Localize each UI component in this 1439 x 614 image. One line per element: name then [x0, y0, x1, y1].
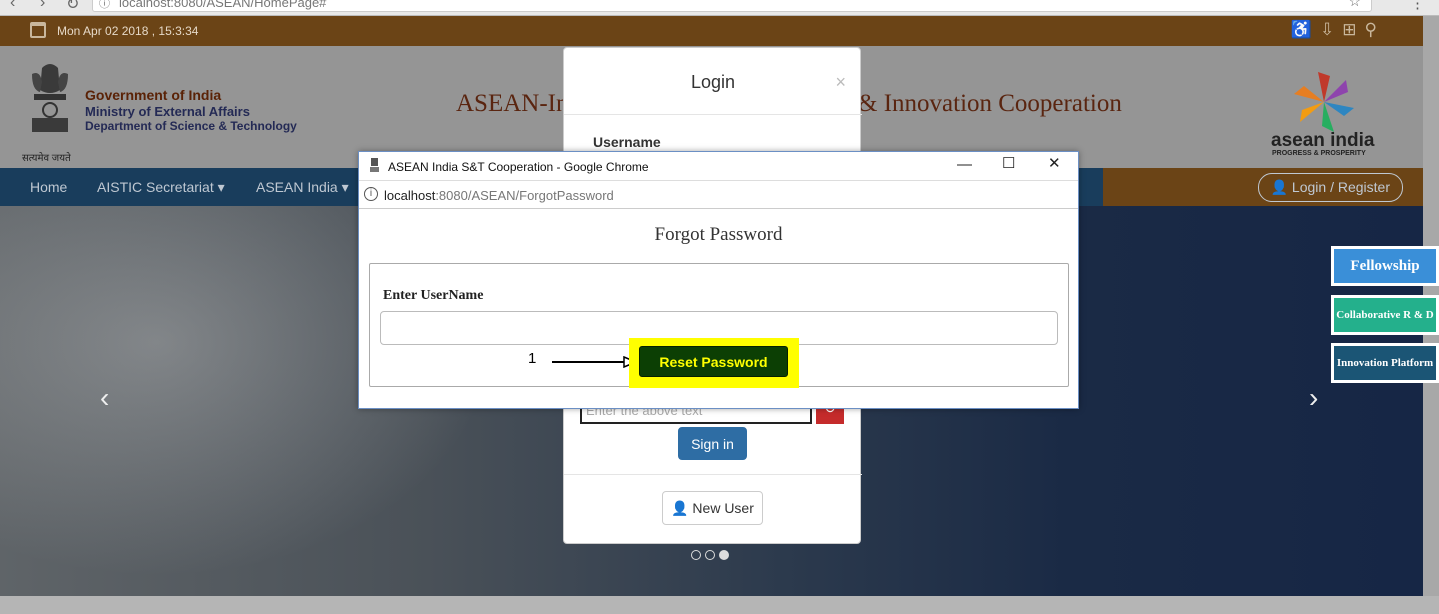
asean-logo-wordmark: asean india [1271, 130, 1375, 151]
popup-url-host: localhost [384, 188, 436, 203]
divider [564, 114, 862, 115]
username-field-label: Enter UserName [383, 288, 484, 303]
nav-home[interactable]: Home [30, 179, 67, 195]
fellowship-button[interactable]: Fellowship [1331, 246, 1439, 286]
carousel-dot-active[interactable] [719, 550, 729, 560]
calendar-icon [30, 22, 46, 38]
emblem-favicon-icon [370, 158, 379, 172]
popup-address-bar[interactable]: i localhost:8080/ASEAN/ForgotPassword [359, 181, 1078, 209]
carousel-next-icon[interactable]: › [1309, 382, 1318, 414]
maximize-icon[interactable]: ☐ [1002, 154, 1015, 172]
accessibility-icon[interactable]: ♿ [1291, 20, 1320, 39]
datetime-text: Mon Apr 02 2018 , 15:3:34 [57, 24, 199, 38]
site-title-right: & Innovation Cooperation [858, 90, 1122, 117]
divider [564, 474, 862, 475]
scrollbar-track[interactable] [1423, 16, 1439, 246]
asean-logo-tagline: PROGRESS & PROSPERITY [1272, 150, 1366, 157]
login-register-button[interactable]: 👤 Login / Register [1257, 173, 1403, 202]
minimize-icon[interactable]: — [957, 156, 972, 173]
info-icon[interactable]: ⓘ [99, 0, 110, 11]
menu-dots-icon[interactable]: ⋮ [1410, 0, 1425, 12]
collaborative-rd-button[interactable]: Collaborative R & D [1331, 295, 1439, 335]
annotation-arrow-icon [552, 356, 638, 368]
top-info-bar: Mon Apr 02 2018 , 15:3:34 ♿⇩⊞⚲ [0, 16, 1423, 46]
page-footer-band [0, 596, 1439, 614]
login-modal-title: Login [690, 72, 736, 92]
user-icon: 👤 [671, 499, 689, 516]
info-icon[interactable]: i [364, 187, 378, 201]
sitemap-icon[interactable]: ⊞ [1342, 20, 1364, 39]
popup-url-path: :8080/ASEAN/ForgotPassword [435, 188, 614, 203]
new-user-label: New User [692, 499, 754, 516]
nav-aistic-secretariat[interactable]: AISTIC Secretariat ▾ [97, 179, 225, 196]
address-bar[interactable]: ⓘ localhost:8080/ASEAN/HomePage# ☆ [92, 0, 1372, 12]
popup-titlebar: ASEAN India S&T Cooperation - Google Chr… [359, 152, 1078, 181]
new-user-button[interactable]: 👤 New User [662, 491, 763, 525]
carousel-prev-icon[interactable]: ‹ [100, 382, 109, 414]
login-close-icon[interactable]: × [835, 72, 846, 93]
carousel-dot[interactable] [705, 550, 715, 560]
browser-toolbar: ‹ › ↻ ⓘ localhost:8080/ASEAN/HomePage# ☆… [0, 0, 1439, 16]
site-title-left: ASEAN-In [456, 90, 569, 117]
national-emblem-logo [32, 64, 68, 132]
forgot-password-popup-window: ASEAN India S&T Cooperation - Google Chr… [358, 151, 1079, 409]
search-icon[interactable]: ⚲ [1365, 20, 1385, 39]
gov-line-2: Ministry of External Affairs [85, 104, 250, 119]
carousel-indicators [691, 547, 733, 565]
gov-line-3: Department of Science & Technology [85, 119, 297, 133]
reset-password-button[interactable]: Reset Password [639, 346, 788, 377]
annotation-number: 1 [528, 350, 537, 367]
address-bar-url: localhost:8080/ASEAN/HomePage# [119, 0, 327, 10]
accessibility-tools: ♿⇩⊞⚲ [1291, 20, 1385, 40]
close-icon[interactable]: ✕ [1048, 154, 1061, 172]
back-icon[interactable]: ‹ [10, 0, 15, 12]
nav-asean-india[interactable]: ASEAN India ▾ [256, 179, 349, 196]
bookmark-star-icon[interactable]: ☆ [1348, 0, 1361, 10]
username-label: Username [593, 134, 661, 150]
gov-line-1: Government of India [85, 87, 222, 103]
emblem-caption: सत्यमेव जयते [22, 153, 71, 164]
forgot-password-heading: Forgot Password [654, 224, 783, 245]
carousel-dot[interactable] [691, 550, 701, 560]
forgot-password-panel: Enter UserName 1 Reset Password [369, 263, 1069, 388]
innovation-platform-button[interactable]: Innovation Platform [1331, 343, 1439, 383]
popup-window-title: ASEAN India S&T Cooperation - Google Chr… [388, 160, 649, 174]
sign-in-button[interactable]: Sign in [678, 427, 747, 460]
reload-icon[interactable]: ↻ [66, 0, 79, 14]
forward-icon[interactable]: › [40, 0, 45, 12]
download-icon[interactable]: ⇩ [1320, 20, 1342, 39]
